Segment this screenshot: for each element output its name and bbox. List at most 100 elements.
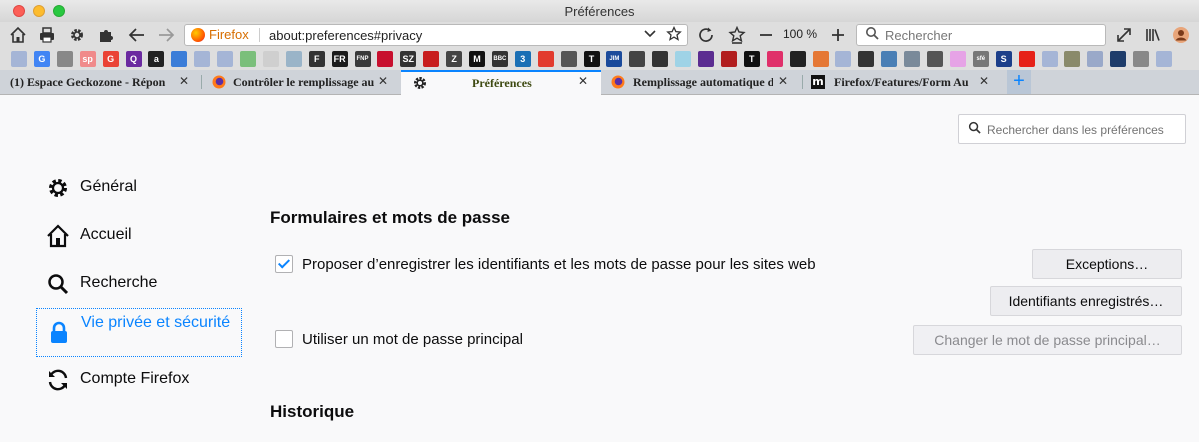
- reload-icon[interactable]: [696, 25, 716, 45]
- sfe-icon[interactable]: sfé: [972, 51, 989, 67]
- folder-icon[interactable]: [675, 51, 692, 67]
- site-icon[interactable]: [262, 51, 279, 67]
- jim-icon[interactable]: JIM: [606, 51, 623, 67]
- change-master-password-button[interactable]: Changer le mot de passe principal…: [913, 325, 1182, 355]
- site-icon[interactable]: [766, 51, 783, 67]
- folder-icon[interactable]: [194, 51, 211, 67]
- folder-icon[interactable]: [240, 51, 256, 67]
- fr-icon[interactable]: FR: [331, 51, 348, 67]
- tab-firefox-features[interactable]: m Firefox/Features/Form Au ✕: [803, 71, 1003, 94]
- forward-arrow-icon[interactable]: [156, 25, 176, 45]
- folder-icon[interactable]: [949, 51, 966, 67]
- firefox-account-avatar[interactable]: [1171, 25, 1191, 45]
- tab-geckozone[interactable]: (1) Espace Geckozone - Répon ✕: [0, 71, 200, 94]
- folder-icon[interactable]: [217, 51, 234, 67]
- youtube-icon[interactable]: [1018, 51, 1035, 67]
- site-icon[interactable]: [629, 51, 646, 67]
- m-icon[interactable]: M: [469, 51, 485, 67]
- bbc-icon[interactable]: BBC: [491, 51, 508, 67]
- site-icon[interactable]: [720, 51, 737, 67]
- save-logins-checkbox[interactable]: [275, 255, 293, 273]
- site-icon[interactable]: [1087, 51, 1104, 67]
- tab-remplissage-automatique[interactable]: Remplissage automatique d ✕: [602, 71, 802, 94]
- search-placeholder: Rechercher: [885, 28, 953, 43]
- chevron-down-icon[interactable]: [643, 26, 657, 43]
- fnp-icon[interactable]: FNP: [354, 51, 371, 67]
- sp-icon[interactable]: sp: [79, 51, 96, 67]
- category-label: Général: [80, 178, 137, 195]
- s-icon[interactable]: S: [995, 51, 1012, 67]
- z-icon[interactable]: Z: [446, 51, 463, 67]
- amazon-icon[interactable]: a: [148, 51, 165, 67]
- tab-title: (1) Espace Geckozone - Répon: [10, 75, 166, 89]
- fullscreen-icon[interactable]: [1114, 25, 1134, 45]
- puzzle-icon[interactable]: [96, 25, 116, 45]
- identity-box[interactable]: Firefox: [191, 27, 249, 42]
- site-icon[interactable]: [285, 51, 302, 67]
- category-home[interactable]: Accueil: [36, 217, 242, 255]
- new-tab-button[interactable]: +: [1007, 70, 1031, 94]
- folder-icon[interactable]: [835, 51, 852, 67]
- tab-title: Firefox/Features/Form Au: [834, 75, 969, 89]
- close-icon[interactable]: ✕: [179, 74, 189, 88]
- apple-icon[interactable]: [1133, 51, 1150, 67]
- nyt-icon[interactable]: T: [583, 51, 600, 67]
- exceptions-button[interactable]: Exceptions…: [1032, 249, 1182, 279]
- folder-icon[interactable]: [1156, 51, 1172, 67]
- sz-icon[interactable]: SZ: [400, 51, 417, 67]
- master-password-checkbox[interactable]: [275, 330, 293, 348]
- site-icon[interactable]: [812, 51, 829, 67]
- zoom-out-icon[interactable]: [756, 25, 776, 45]
- t-icon[interactable]: T: [743, 51, 760, 67]
- category-general[interactable]: Général: [36, 169, 242, 207]
- section-heading-forms-passwords: Formulaires et mots de passe: [270, 208, 510, 227]
- pin-icon[interactable]: [652, 51, 669, 67]
- three-icon[interactable]: 3: [514, 51, 531, 67]
- saved-logins-button[interactable]: Identifiants enregistrés…: [990, 286, 1182, 316]
- bein-icon[interactable]: [698, 51, 714, 67]
- tab-controler-remplissage[interactable]: Contrôler le remplissage au ✕: [202, 71, 400, 94]
- bookmark-star-add-icon[interactable]: [727, 25, 747, 45]
- spiegel-icon[interactable]: [423, 51, 440, 67]
- apple-icon[interactable]: [56, 51, 73, 67]
- site-icon[interactable]: [904, 51, 921, 67]
- close-icon[interactable]: ✕: [778, 74, 788, 88]
- google-icon[interactable]: G: [102, 51, 119, 67]
- close-icon[interactable]: ✕: [578, 74, 588, 88]
- gear-icon[interactable]: [67, 25, 87, 45]
- ring-icon[interactable]: [537, 51, 554, 67]
- home-icon[interactable]: [8, 25, 28, 45]
- zoom-level[interactable]: 100 %: [783, 27, 817, 41]
- google-icon[interactable]: G: [33, 51, 50, 67]
- star-icon[interactable]: [666, 25, 682, 45]
- close-icon[interactable]: ✕: [979, 74, 989, 88]
- rail-icon[interactable]: [927, 51, 943, 67]
- sax-icon[interactable]: [560, 51, 577, 67]
- tab-preferences[interactable]: Préférences ✕: [401, 70, 601, 95]
- sync-icon: [46, 368, 70, 392]
- folder-icon[interactable]: [1041, 51, 1058, 67]
- newspaper-icon[interactable]: F: [308, 51, 325, 67]
- close-icon[interactable]: ✕: [378, 74, 388, 88]
- site-icon[interactable]: [1110, 51, 1127, 67]
- folder-icon[interactable]: [11, 51, 27, 67]
- search-bar[interactable]: Rechercher: [856, 24, 1106, 46]
- corsica-icon[interactable]: [858, 51, 875, 67]
- url-text[interactable]: about:preferences#privacy: [269, 28, 422, 43]
- url-bar[interactable]: Firefox about:preferences#privacy: [184, 24, 688, 46]
- tab-title: Contrôler le remplissage au: [233, 75, 374, 89]
- back-arrow-icon[interactable]: [127, 25, 147, 45]
- preferences-search-input[interactable]: Rechercher dans les préférences: [958, 114, 1186, 144]
- zoom-in-icon[interactable]: [828, 25, 848, 45]
- qwant-icon[interactable]: Q: [125, 51, 142, 67]
- site-icon[interactable]: [881, 51, 898, 67]
- category-firefox-account[interactable]: Compte Firefox: [36, 361, 242, 399]
- category-privacy-security[interactable]: Vie privée et sécurité: [36, 308, 242, 357]
- bird-icon[interactable]: [171, 51, 188, 67]
- print-icon[interactable]: [37, 25, 57, 45]
- site-icon[interactable]: [789, 51, 806, 67]
- category-search[interactable]: Recherche: [36, 265, 242, 303]
- library-icon[interactable]: [1143, 25, 1163, 45]
- zone-icon[interactable]: [1064, 51, 1081, 67]
- flag-icon[interactable]: [377, 51, 394, 67]
